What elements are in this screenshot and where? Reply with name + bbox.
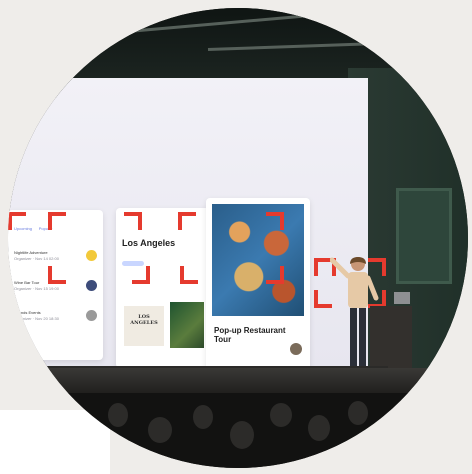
audience-head [108,403,128,427]
audience-head [270,403,292,427]
laptop [394,292,410,304]
hall-window [396,188,452,284]
audience-head [384,419,408,445]
audience [8,393,468,468]
event-photo [170,302,204,348]
focus-bracket [8,212,26,230]
lectern [370,306,412,370]
food-photo [212,204,304,316]
event-title: Pop-up Restaurant Tour [214,326,286,344]
focus-bracket [178,212,196,230]
conference-photo: Upcoming Popular Nightlife Adventure Org… [8,8,468,468]
city-card: Los Angeles LOS ANGELES [116,208,210,368]
focus-bracket [48,212,66,230]
app-list-card: Upcoming Popular Nightlife Adventure Org… [8,210,103,360]
event-poster: LOS ANGELES [124,306,164,346]
audience-head [308,415,330,441]
audience-head [193,405,213,429]
avatar [86,280,97,291]
audience-head [230,421,254,449]
avatar [86,250,97,261]
audience-head [68,413,90,439]
focus-bracket [180,266,198,284]
focus-bracket [48,266,66,284]
focus-bracket [266,212,284,230]
city-title: Los Angeles [122,238,176,248]
host-avatar [290,343,302,355]
avatar [86,310,97,321]
list-item: Nightlife Adventure Organizer · Nov 14 0… [14,250,59,261]
projection-screen: Upcoming Popular Nightlife Adventure Org… [8,78,368,383]
focus-bracket [124,212,142,230]
poster-text: LOS ANGELES [130,314,158,326]
audience-head [148,417,172,443]
focus-bracket [266,266,284,284]
event-detail-card: Pop-up Restaurant Tour Book now [206,198,310,383]
focus-bracket [132,266,150,284]
list-item: Friends Events Organizer · Nov 20 18:30 [14,310,59,321]
audience-head [348,401,368,425]
